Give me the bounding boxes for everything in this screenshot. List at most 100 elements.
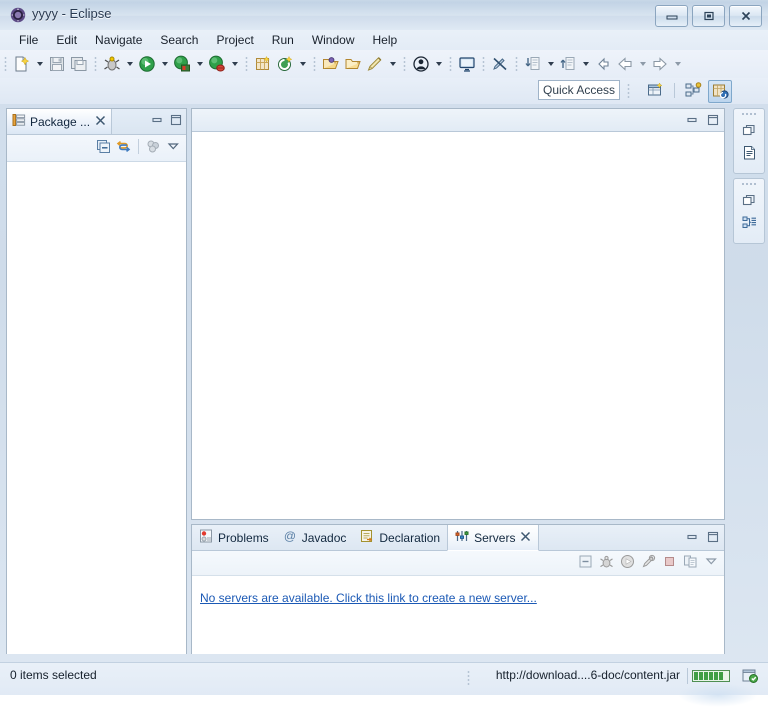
status-selection-text: 0 items selected [10,668,97,682]
forward-icon[interactable] [649,53,671,75]
package-explorer-tree[interactable] [7,162,186,654]
debug-server-icon[interactable] [598,553,615,569]
problems-icon [199,529,213,546]
tab-package-explorer[interactable]: Package ... [7,109,113,134]
stack-grip[interactable] [741,182,757,189]
collapse-all-icon[interactable] [95,138,112,154]
task-list-view-icon[interactable] [738,211,760,233]
previous-annotation-dropdown-icon[interactable] [579,53,592,75]
person-icon[interactable] [410,53,432,75]
new-annotation-icon[interactable] [364,53,386,75]
toolbar-grip[interactable] [513,55,520,73]
open-perspective-icon[interactable] [644,80,666,101]
open-task-icon[interactable] [342,53,364,75]
restore-icon[interactable] [738,119,760,141]
tab-problems[interactable]: Problems [192,525,276,550]
toolbar-grip[interactable] [447,55,454,73]
next-annotation-dropdown-icon[interactable] [544,53,557,75]
resize-grip[interactable] [678,683,758,707]
tab-declaration[interactable]: Declaration [353,525,447,550]
view-menu-icon[interactable] [703,553,720,569]
run-dropdown-icon[interactable] [158,53,171,75]
debug-on-server-icon[interactable] [206,53,228,75]
new-annotation-dropdown-icon[interactable] [386,53,399,75]
save-all-icon[interactable] [68,53,90,75]
console-icon[interactable] [456,53,478,75]
menu-navigate[interactable]: Navigate [86,31,151,49]
menu-project[interactable]: Project [207,31,262,49]
editor-canvas[interactable] [192,132,724,519]
minimize-icon[interactable] [683,112,700,128]
forward-dropdown-icon[interactable] [671,53,684,75]
maximize-icon[interactable] [704,112,721,128]
toolbar-grip[interactable] [2,55,9,73]
menu-window[interactable]: Window [303,31,364,49]
status-download-text[interactable]: http://download....6-doc/content.jar [496,668,680,682]
profile-server-icon[interactable] [640,553,657,569]
tab-servers[interactable]: Servers [447,525,540,551]
tab-javadoc[interactable]: @ Javadoc [276,525,354,550]
run-on-server-icon[interactable] [171,53,193,75]
perspective-java-ee-icon[interactable] [682,80,704,101]
restore-button[interactable] [692,5,725,27]
tab-problems-label: Problems [218,530,269,545]
open-type-icon[interactable] [320,53,342,75]
statusbar-grip[interactable] [465,669,472,686]
close-icon[interactable] [520,531,531,545]
maximize-icon[interactable] [704,529,721,545]
perspective-java-icon[interactable] [708,80,732,103]
maximize-icon[interactable] [167,112,184,128]
start-server-icon[interactable] [619,553,636,569]
close-icon[interactable] [95,115,106,129]
toolbar-grip[interactable] [92,55,99,73]
toggle-mark-occurrences-icon[interactable] [489,53,511,75]
outline-view-icon[interactable] [738,141,760,163]
debug-on-server-dropdown-icon[interactable] [228,53,241,75]
quick-access-grip[interactable] [625,82,632,99]
minimize-icon[interactable] [148,112,165,128]
publish-server-icon[interactable] [682,553,699,569]
new-java-class-icon[interactable] [274,53,296,75]
menu-search[interactable]: Search [151,31,207,49]
package-explorer-toolbar [7,135,186,162]
new-wizard-dropdown-icon[interactable] [33,53,46,75]
save-icon[interactable] [46,53,68,75]
person-dropdown-icon[interactable] [432,53,445,75]
menu-help[interactable]: Help [364,31,407,49]
stack-grip[interactable] [741,112,757,119]
debug-icon[interactable] [101,53,123,75]
close-button[interactable] [729,5,762,27]
restore-icon[interactable] [738,189,760,211]
back-icon[interactable] [614,53,636,75]
window-controls [655,5,762,27]
run-icon[interactable] [136,53,158,75]
statusbar-separator [687,668,688,684]
next-annotation-icon[interactable] [522,53,544,75]
menubar: File Edit Navigate Search Project Run Wi… [0,30,768,50]
menu-edit[interactable]: Edit [47,31,86,49]
toolbar-grip[interactable] [311,55,318,73]
menu-file[interactable]: File [10,31,47,49]
new-wizard-icon[interactable] [11,53,33,75]
quick-access-input[interactable]: Quick Access [538,80,620,100]
back-dropdown-icon[interactable] [636,53,649,75]
minimize-button[interactable] [655,5,688,27]
stop-server-icon[interactable] [661,553,678,569]
view-menu-icon[interactable] [165,138,182,154]
menu-run[interactable]: Run [263,31,303,49]
toolbar-grip[interactable] [480,55,487,73]
collapse-all-icon[interactable] [577,553,594,569]
toolbar-grip[interactable] [243,55,250,73]
view-filters-icon[interactable] [145,138,162,154]
previous-annotation-icon[interactable] [557,53,579,75]
link-with-editor-icon[interactable] [115,138,132,154]
create-new-server-link[interactable]: No servers are available. Click this lin… [200,591,537,605]
new-java-project-icon[interactable] [252,53,274,75]
minimize-icon[interactable] [683,529,700,545]
toolbar-grip[interactable] [401,55,408,73]
last-edit-location-icon[interactable] [592,53,614,75]
run-on-server-dropdown-icon[interactable] [193,53,206,75]
new-java-class-dropdown-icon[interactable] [296,53,309,75]
debug-dropdown-icon[interactable] [123,53,136,75]
tab-servers-label: Servers [474,530,516,545]
